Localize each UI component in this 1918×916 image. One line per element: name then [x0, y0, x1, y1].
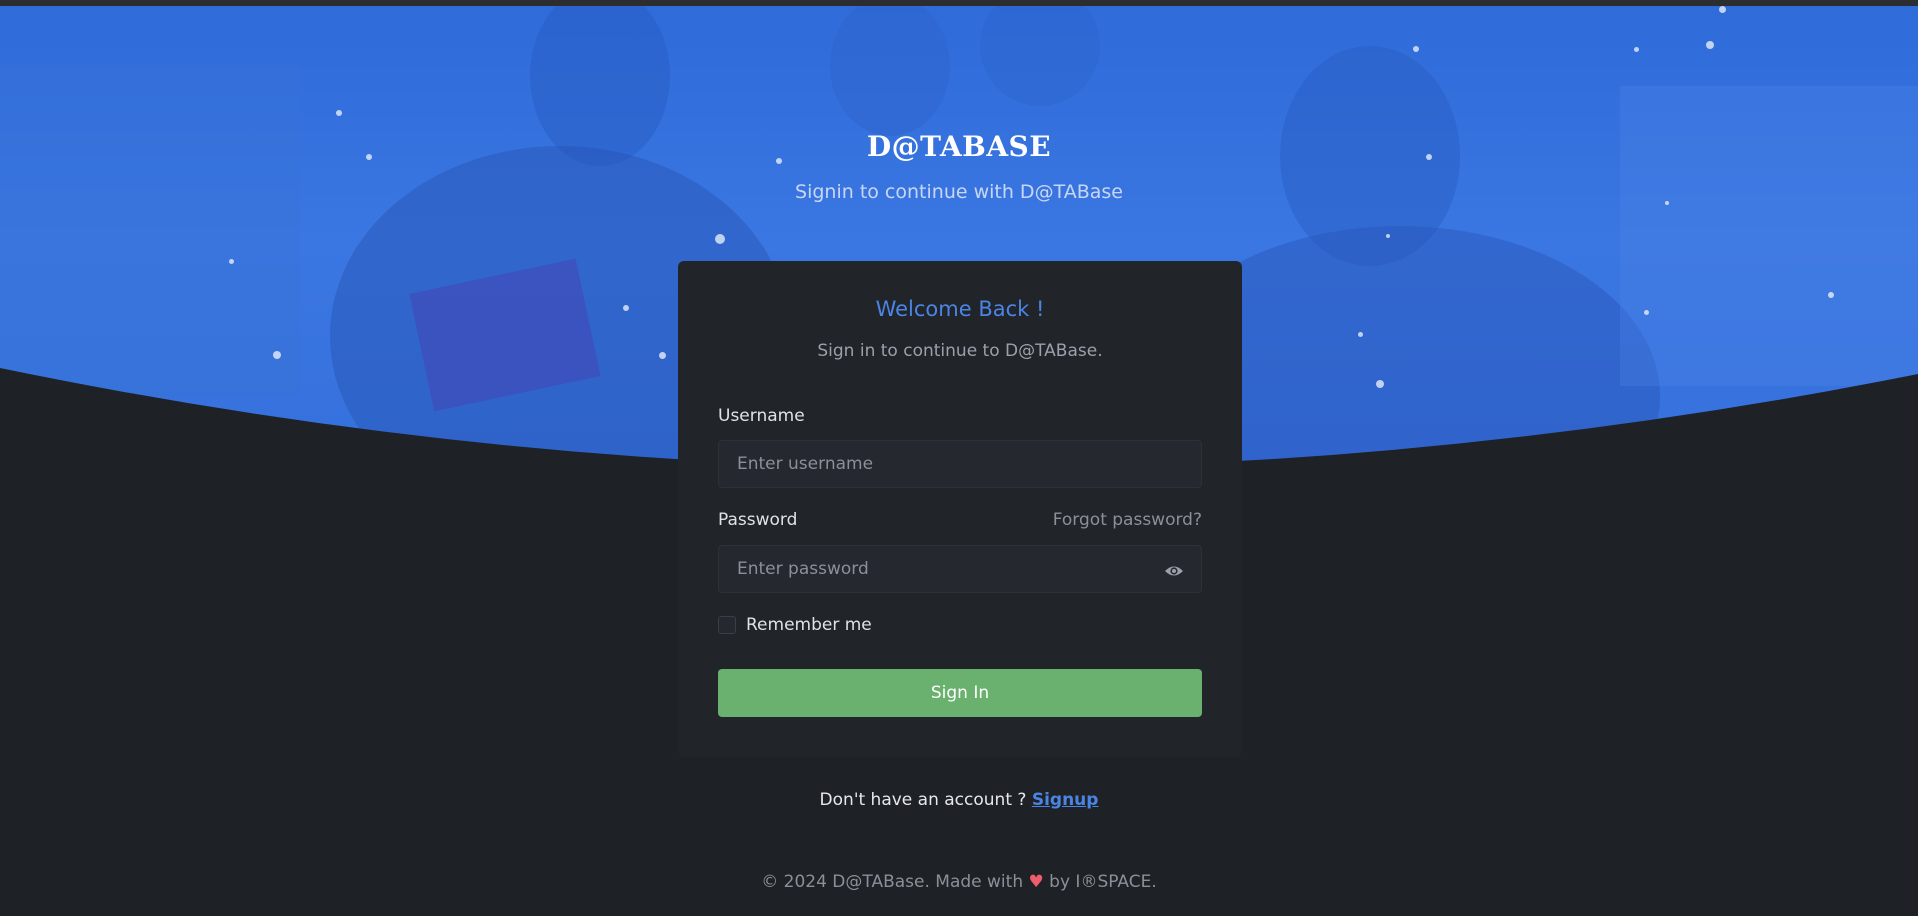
remember-me-checkbox[interactable]: [718, 616, 736, 634]
window-top-bar: [0, 0, 1918, 6]
brand-tagline: Signin to continue with D@TABase: [795, 181, 1123, 203]
card-title: Welcome Back !: [875, 297, 1045, 321]
username-label: Username: [718, 406, 805, 426]
username-input[interactable]: [718, 440, 1202, 488]
footer-credit: by I®SPACE.: [1049, 872, 1157, 892]
password-input[interactable]: [718, 545, 1202, 593]
signup-link[interactable]: Signup: [1032, 790, 1099, 810]
eye-icon[interactable]: [1164, 561, 1184, 581]
forgot-password-link[interactable]: Forgot password?: [1053, 510, 1202, 530]
remember-me-label[interactable]: Remember me: [746, 615, 872, 635]
signup-prompt-text: Don't have an account ?: [819, 790, 1027, 810]
footer-copyright: © 2024 D@TABase. Made with: [761, 872, 1024, 892]
heart-icon: ♥: [1028, 872, 1044, 892]
footer: © 2024 D@TABase. Made with ♥ by I®SPACE.: [0, 872, 1918, 892]
password-label: Password: [718, 510, 798, 530]
login-card: Welcome Back ! Sign in to continue to D@…: [678, 261, 1242, 757]
brand-logo[interactable]: D@TABASE: [0, 130, 1918, 163]
sign-in-button[interactable]: Sign In: [718, 669, 1202, 717]
card-subtitle: Sign in to continue to D@TABase.: [817, 341, 1103, 361]
signup-prompt-line: Don't have an account ? Signup: [0, 790, 1918, 810]
